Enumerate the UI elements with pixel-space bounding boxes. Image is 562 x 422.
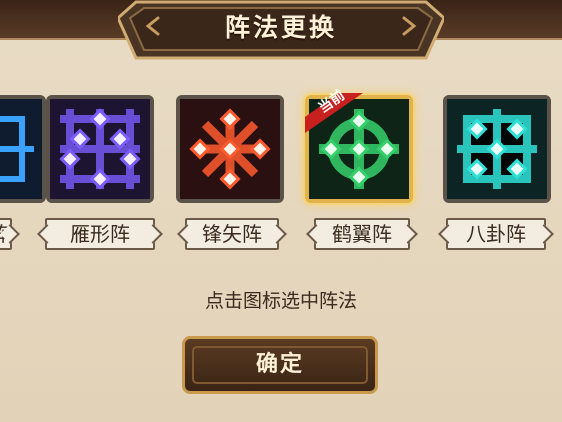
formation-card-1[interactable] (46, 95, 154, 203)
formation-card-0[interactable] (0, 95, 46, 203)
formation-card-2[interactable] (176, 95, 284, 203)
formation-card-3[interactable]: 当前 (305, 87, 413, 203)
formation-label-1[interactable]: 雁形阵 (45, 218, 155, 250)
formation-icon-1 (50, 99, 150, 199)
hint-text: 点击图标选中阵法 (204, 290, 357, 312)
confirm-button-label: 确定 (255, 352, 304, 377)
formation-label-2[interactable]: 锋矢阵 (185, 218, 279, 250)
current-badge: 当前 (305, 87, 363, 133)
confirm-button[interactable]: 确定 (182, 336, 378, 394)
formation-icon-4 (447, 99, 547, 199)
title-plate: 阵法更换 (116, 0, 446, 60)
formation-label-3[interactable]: 鹤翼阵 (314, 218, 410, 250)
formation-label-0[interactable]: 阵 (0, 218, 12, 250)
formation-icon-0 (0, 99, 42, 199)
formation-change-screen: 阵法更换 阵 (0, 0, 562, 422)
formation-card-4[interactable] (443, 95, 551, 203)
page-title: 阵法更换 (224, 13, 337, 42)
formation-icon-2 (180, 99, 280, 199)
formation-label-4[interactable]: 八卦阵 (446, 218, 546, 250)
